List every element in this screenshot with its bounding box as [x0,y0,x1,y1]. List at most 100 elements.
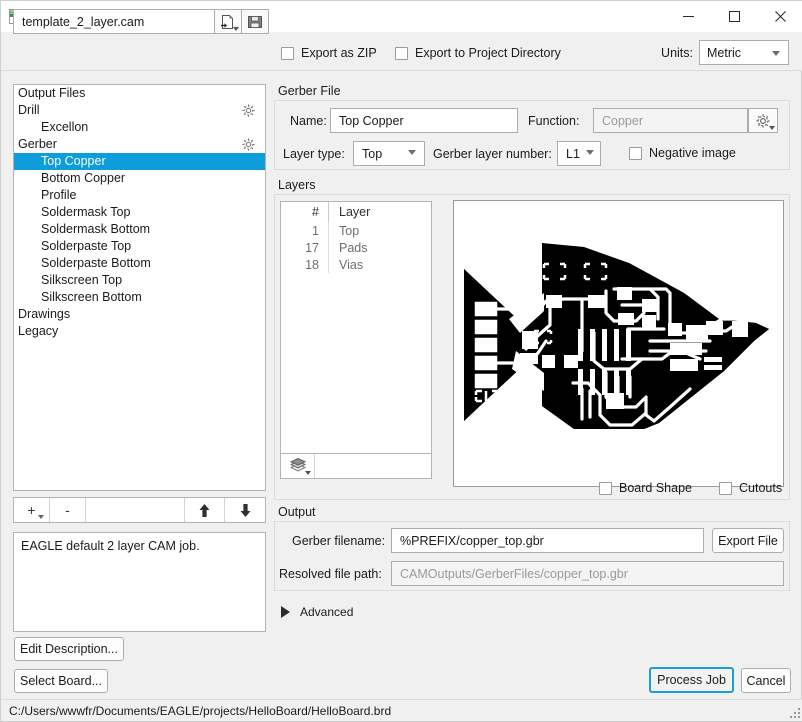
cancel-button[interactable]: Cancel [741,668,791,693]
window-controls [665,1,802,32]
layer-number: 1 [312,223,319,238]
advanced-disclosure[interactable]: Advanced [281,605,353,619]
add-output-button[interactable]: + [14,498,50,522]
resolved-file-path-input: CAMOutputs/GerberFiles/copper_top.gbr [391,561,784,586]
board-shape-box[interactable] [599,481,612,495]
export-to-project-directory-checkbox[interactable]: Export to Project Directory [395,46,561,60]
move-up-button[interactable] [185,498,225,522]
table-row[interactable]: 17 Pads [281,239,431,256]
chevron-down-icon [408,150,416,155]
cutouts-label: Cutouts [739,481,783,495]
gerber-name-input[interactable]: Top Copper [330,108,518,133]
negative-image-checkbox[interactable]: Negative image [629,146,736,160]
layers-col-layer: Layer [328,202,431,222]
gerber-function-input[interactable]: Copper [593,108,748,133]
negative-image-box[interactable] [629,146,642,160]
gerber-filename-value: %PREFIX/copper_top.gbr [400,533,544,548]
layer-stack-button[interactable] [281,454,315,478]
arrow-up-icon [199,503,210,517]
move-down-button[interactable] [225,498,265,522]
resize-grip[interactable] [790,708,800,718]
cutouts-checkbox[interactable]: Cutouts [719,481,782,495]
tree-item-bottom-copper[interactable]: Bottom Copper [14,170,265,187]
gear-icon[interactable] [241,103,256,118]
units-label: Units: [661,46,693,60]
open-file-icon[interactable] [214,10,241,33]
description-textarea[interactable]: EAGLE default 2 layer CAM job. [13,532,266,632]
tree-item-gerber[interactable]: Gerber [14,136,265,153]
advanced-label: Advanced [300,605,354,619]
close-icon[interactable] [757,1,802,32]
function-label: Function: [528,114,580,128]
tree-item-label: Silkscreen Top [41,273,123,287]
layer-type-value: Top [362,146,383,161]
layer-name: Top [328,222,431,239]
negative-image-label: Negative image [649,146,736,160]
export-as-zip-box[interactable] [281,46,294,60]
remove-output-button[interactable]: - [50,498,86,522]
export-to-project-directory-label: Export to Project Directory [415,46,561,60]
resolved-file-path-label: Resolved file path: [279,567,382,581]
gerber-name-value: Top Copper [339,113,404,128]
cam-job-file-field[interactable]: template_2_layer.cam [13,9,269,34]
tree-item-soldermask-top[interactable]: Soldermask Top [14,204,265,221]
output-files-tree[interactable]: Output Files Drill Excellon Gerber Top C… [13,84,266,491]
tree-item-label: Solderpaste Bottom [41,256,151,270]
board-shape-checkbox[interactable]: Board Shape [599,481,692,495]
tree-item-excellon[interactable]: Excellon [14,119,265,136]
resolved-file-path-value: CAMOutputs/GerberFiles/copper_top.gbr [400,566,628,581]
pcb-top-copper-preview [453,200,784,487]
units-select[interactable]: Metric [699,40,789,65]
tree-item-label: Soldermask Top [41,205,131,219]
units-value: Metric [707,45,742,60]
tree-item-output-files[interactable]: Output Files [14,85,265,102]
tree-item-silkscreen-top[interactable]: Silkscreen Top [14,272,265,289]
save-disk-icon[interactable] [241,10,268,33]
toolbar-spacer [86,498,185,522]
table-row[interactable]: 1 Top [281,222,431,239]
tree-list-toolbar: + - [13,497,266,523]
function-gear-button[interactable] [748,108,778,133]
export-as-zip-label: Export as ZIP [301,46,377,60]
tree-item-label: Top Copper [41,154,106,168]
export-as-zip-checkbox[interactable]: Export as ZIP [281,46,377,60]
tree-item-profile[interactable]: Profile [14,187,265,204]
name-label: Name: [290,114,327,128]
gerber-layer-number-select[interactable]: L1 [557,141,601,166]
layer-number: 17 [305,240,319,255]
process-job-button[interactable]: Process Job [649,667,734,693]
layers-group-title: Layers [278,178,316,192]
tree-item-drawings[interactable]: Drawings [14,306,265,323]
tree-item-solderpaste-top[interactable]: Solderpaste Top [14,238,265,255]
tree-item-label: Output Files [18,86,86,100]
export-to-project-directory-box[interactable] [395,46,408,60]
tree-item-soldermask-bottom[interactable]: Soldermask Bottom [14,221,265,238]
tree-item-label: Silkscreen Bottom [41,290,142,304]
chevron-down-icon [38,515,44,519]
minimize-icon[interactable] [665,1,711,32]
tree-item-label: Solderpaste Top [41,239,132,253]
layer-type-label: Layer type: [283,147,345,161]
tree-item-solderpaste-bottom[interactable]: Solderpaste Bottom [14,255,265,272]
layer-name: Pads [328,239,431,256]
gerber-layer-number-label: Gerber layer number: [433,147,552,161]
output-group-title: Output [278,505,316,519]
tree-item-silkscreen-bottom[interactable]: Silkscreen Bottom [14,289,265,306]
maximize-icon[interactable] [711,1,757,32]
layers-table[interactable]: # Layer 1 Top 17 Pads 18 Vias [280,201,432,457]
cam-processor-window: BRD CAM Processor template_2_layer.cam [0,0,802,722]
select-board-button[interactable]: Select Board... [14,669,108,693]
cutouts-box[interactable] [719,481,732,495]
tree-item-legacy[interactable]: Legacy [14,323,265,340]
tree-item-drill[interactable]: Drill [14,102,265,119]
tree-item-top-copper[interactable]: Top Copper [14,153,265,170]
gear-icon[interactable] [241,137,256,152]
triangle-right-icon[interactable] [281,606,290,618]
edit-description-button[interactable]: Edit Description... [14,637,124,661]
layer-type-select[interactable]: Top [353,141,425,166]
gerber-layer-number-value: L1 [566,146,580,161]
table-row[interactable]: 18 Vias [281,256,431,273]
gerber-filename-input[interactable]: %PREFIX/copper_top.gbr [391,528,704,553]
gerber-function-value: Copper [602,113,643,128]
export-file-button[interactable]: Export File [712,528,784,553]
